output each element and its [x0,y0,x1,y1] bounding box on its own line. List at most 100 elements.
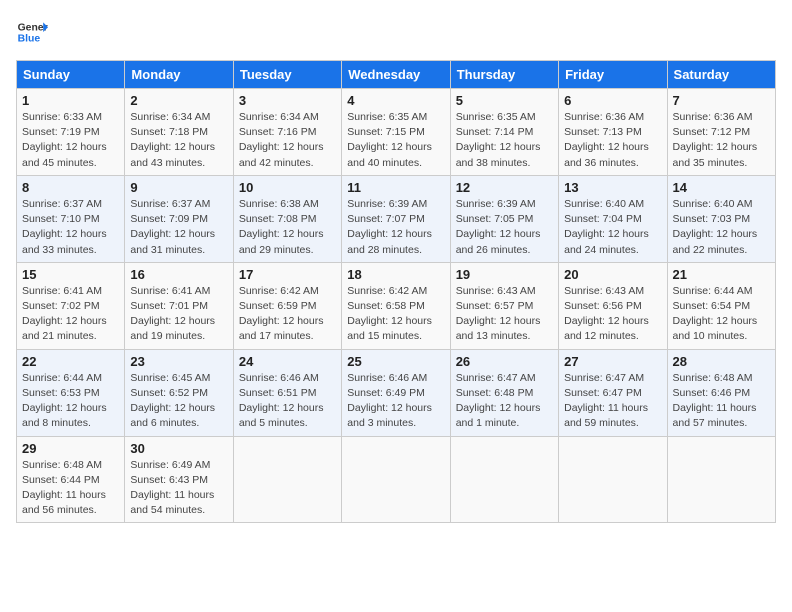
day-number: 7 [673,93,770,108]
day-number: 16 [130,267,227,282]
day-number: 10 [239,180,336,195]
calendar-body: 1Sunrise: 6:33 AM Sunset: 7:19 PM Daylig… [17,89,776,523]
calendar-cell: 15 Sunrise: 6:41 AM Sunset: 7:02 PM Dayli… [17,262,125,349]
day-number: 27 [564,354,661,369]
day-number: 26 [456,354,553,369]
day-number: 24 [239,354,336,369]
calendar-cell: 14 Sunrise: 6:40 AM Sunset: 7:03 PM Dayli… [667,175,775,262]
day-header-saturday: Saturday [667,61,775,89]
calendar-cell: 10Sunrise: 6:38 AM Sunset: 7:08 PM Dayli… [233,175,341,262]
calendar-cell: 23 Sunrise: 6:45 AM Sunset: 6:52 PM Dayli… [125,349,233,436]
day-info: Sunrise: 6:36 AM Sunset: 7:13 PM Dayligh… [564,110,661,171]
calendar-cell: 2 Sunrise: 6:34 AM Sunset: 7:18 PM Daylig… [125,89,233,176]
calendar-cell: 26 Sunrise: 6:47 AM Sunset: 6:48 PM Dayli… [450,349,558,436]
calendar-cell: 21 Sunrise: 6:44 AM Sunset: 6:54 PM Dayli… [667,262,775,349]
calendar-week-3: 22 Sunrise: 6:44 AM Sunset: 6:53 PM Dayli… [17,349,776,436]
day-number: 23 [130,354,227,369]
day-info: Sunrise: 6:39 AM Sunset: 7:05 PM Dayligh… [456,197,553,258]
day-info: Sunrise: 6:34 AM Sunset: 7:18 PM Dayligh… [130,110,227,171]
day-number: 11 [347,180,444,195]
day-info: Sunrise: 6:35 AM Sunset: 7:15 PM Dayligh… [347,110,444,171]
day-info: Sunrise: 6:48 AM Sunset: 6:46 PM Dayligh… [673,371,770,432]
calendar-cell: 17Sunrise: 6:42 AM Sunset: 6:59 PM Dayli… [233,262,341,349]
day-header-sunday: Sunday [17,61,125,89]
calendar-header-row: SundayMondayTuesdayWednesdayThursdayFrid… [17,61,776,89]
day-number: 4 [347,93,444,108]
calendar-cell [667,436,775,523]
day-number: 3 [239,93,336,108]
day-number: 20 [564,267,661,282]
calendar-cell: 29 Sunrise: 6:48 AM Sunset: 6:44 PM Dayli… [17,436,125,523]
day-number: 19 [456,267,553,282]
calendar-cell [450,436,558,523]
day-info: Sunrise: 6:40 AM Sunset: 7:04 PM Dayligh… [564,197,661,258]
calendar-cell: 12 Sunrise: 6:39 AM Sunset: 7:05 PM Dayli… [450,175,558,262]
day-number: 5 [456,93,553,108]
day-info: Sunrise: 6:42 AM Sunset: 6:58 PM Dayligh… [347,284,444,345]
day-number: 13 [564,180,661,195]
day-number: 29 [22,441,119,456]
day-number: 15 [22,267,119,282]
day-info: Sunrise: 6:40 AM Sunset: 7:03 PM Dayligh… [673,197,770,258]
day-info: Sunrise: 6:44 AM Sunset: 6:53 PM Dayligh… [22,371,119,432]
calendar-cell: 16 Sunrise: 6:41 AM Sunset: 7:01 PM Dayli… [125,262,233,349]
calendar-cell: 11 Sunrise: 6:39 AM Sunset: 7:07 PM Dayli… [342,175,450,262]
day-info: Sunrise: 6:34 AM Sunset: 7:16 PM Dayligh… [239,110,336,171]
day-info: Sunrise: 6:41 AM Sunset: 7:01 PM Dayligh… [130,284,227,345]
calendar-cell: 3 Sunrise: 6:34 AM Sunset: 7:16 PM Daylig… [233,89,341,176]
day-info: Sunrise: 6:46 AM Sunset: 6:49 PM Dayligh… [347,371,444,432]
day-info: Sunrise: 6:35 AM Sunset: 7:14 PM Dayligh… [456,110,553,171]
day-info: Sunrise: 6:44 AM Sunset: 6:54 PM Dayligh… [673,284,770,345]
day-info: Sunrise: 6:43 AM Sunset: 6:57 PM Dayligh… [456,284,553,345]
calendar-cell: 6 Sunrise: 6:36 AM Sunset: 7:13 PM Daylig… [559,89,667,176]
calendar-cell: 7Sunrise: 6:36 AM Sunset: 7:12 PM Daylig… [667,89,775,176]
calendar-cell: 25Sunrise: 6:46 AM Sunset: 6:49 PM Dayli… [342,349,450,436]
calendar-week-0: 1Sunrise: 6:33 AM Sunset: 7:19 PM Daylig… [17,89,776,176]
logo-icon: General Blue [16,16,48,48]
page-header: General Blue [16,16,776,48]
day-info: Sunrise: 6:47 AM Sunset: 6:47 PM Dayligh… [564,371,661,432]
day-header-tuesday: Tuesday [233,61,341,89]
day-info: Sunrise: 6:43 AM Sunset: 6:56 PM Dayligh… [564,284,661,345]
day-number: 9 [130,180,227,195]
day-number: 17 [239,267,336,282]
day-info: Sunrise: 6:49 AM Sunset: 6:43 PM Dayligh… [130,458,227,519]
calendar-week-2: 15 Sunrise: 6:41 AM Sunset: 7:02 PM Dayli… [17,262,776,349]
day-number: 22 [22,354,119,369]
calendar-cell: 22 Sunrise: 6:44 AM Sunset: 6:53 PM Dayli… [17,349,125,436]
day-info: Sunrise: 6:39 AM Sunset: 7:07 PM Dayligh… [347,197,444,258]
calendar-cell: 8 Sunrise: 6:37 AM Sunset: 7:10 PM Daylig… [17,175,125,262]
day-info: Sunrise: 6:41 AM Sunset: 7:02 PM Dayligh… [22,284,119,345]
day-number: 21 [673,267,770,282]
day-number: 8 [22,180,119,195]
svg-text:Blue: Blue [18,34,41,45]
day-info: Sunrise: 6:47 AM Sunset: 6:48 PM Dayligh… [456,371,553,432]
calendar: SundayMondayTuesdayWednesdayThursdayFrid… [16,60,776,523]
day-number: 12 [456,180,553,195]
calendar-cell [559,436,667,523]
day-number: 28 [673,354,770,369]
calendar-cell: 28 Sunrise: 6:48 AM Sunset: 6:46 PM Dayli… [667,349,775,436]
calendar-cell: 1Sunrise: 6:33 AM Sunset: 7:19 PM Daylig… [17,89,125,176]
day-number: 30 [130,441,227,456]
day-info: Sunrise: 6:45 AM Sunset: 6:52 PM Dayligh… [130,371,227,432]
day-header-monday: Monday [125,61,233,89]
calendar-cell [342,436,450,523]
calendar-week-4: 29 Sunrise: 6:48 AM Sunset: 6:44 PM Dayli… [17,436,776,523]
day-number: 6 [564,93,661,108]
day-info: Sunrise: 6:48 AM Sunset: 6:44 PM Dayligh… [22,458,119,519]
day-info: Sunrise: 6:46 AM Sunset: 6:51 PM Dayligh… [239,371,336,432]
calendar-cell: 9Sunrise: 6:37 AM Sunset: 7:09 PM Daylig… [125,175,233,262]
day-info: Sunrise: 6:37 AM Sunset: 7:10 PM Dayligh… [22,197,119,258]
calendar-cell: 5 Sunrise: 6:35 AM Sunset: 7:14 PM Daylig… [450,89,558,176]
day-number: 14 [673,180,770,195]
calendar-cell: 4 Sunrise: 6:35 AM Sunset: 7:15 PM Daylig… [342,89,450,176]
day-number: 2 [130,93,227,108]
logo: General Blue [16,16,48,48]
calendar-cell: 13 Sunrise: 6:40 AM Sunset: 7:04 PM Dayli… [559,175,667,262]
calendar-cell: 19 Sunrise: 6:43 AM Sunset: 6:57 PM Dayli… [450,262,558,349]
calendar-cell: 18 Sunrise: 6:42 AM Sunset: 6:58 PM Dayli… [342,262,450,349]
calendar-cell [233,436,341,523]
day-number: 18 [347,267,444,282]
day-header-friday: Friday [559,61,667,89]
